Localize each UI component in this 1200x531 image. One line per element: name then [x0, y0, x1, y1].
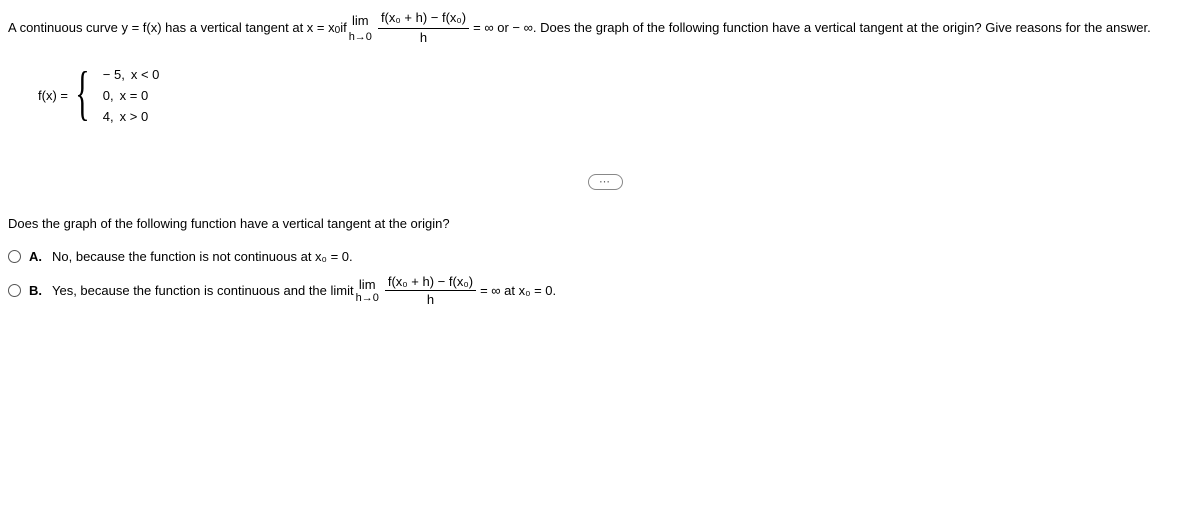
case-val: − 5,	[103, 67, 125, 82]
lim-bot: h→0	[349, 30, 372, 44]
lim-top-b: lim	[359, 277, 376, 292]
intro-text-1: A continuous curve y = f(x) has a vertic…	[8, 20, 335, 37]
lim-top: lim	[352, 13, 369, 30]
case-cond: x < 0	[131, 67, 160, 82]
frac-den: h	[420, 29, 427, 47]
case-val: 0,	[103, 88, 114, 103]
case-val: 4,	[103, 109, 114, 124]
case-cond: x = 0	[120, 88, 149, 103]
option-b-label: B.	[29, 283, 42, 298]
frac-num-b: f(x₀ + h) − f(x₀)	[385, 274, 476, 291]
intro-text-2: if	[340, 20, 347, 37]
case-row: 4, x > 0	[103, 109, 160, 124]
expand-ellipsis[interactable]: ⋯	[588, 174, 623, 190]
case-cond: x > 0	[120, 109, 149, 124]
piecewise-cases: − 5, x < 0 0, x = 0 4, x > 0	[103, 67, 160, 124]
frac-den-b: h	[427, 291, 434, 307]
diffq-frac-b: f(x₀ + h) − f(x₀) h	[385, 274, 476, 307]
piecewise-lhs: f(x) =	[38, 88, 68, 103]
option-a-text: No, because the function is not continuo…	[52, 249, 353, 264]
problem-statement: A continuous curve y = f(x) has a vertic…	[8, 10, 1192, 47]
option-a[interactable]: A. No, because the function is not conti…	[8, 249, 1192, 264]
case-row: − 5, x < 0	[103, 67, 160, 82]
lim-expr-b: lim h→0	[356, 277, 379, 304]
left-brace: {	[75, 68, 89, 118]
case-row: 0, x = 0	[103, 88, 160, 103]
radio-icon[interactable]	[8, 250, 21, 263]
ellipsis-icon: ⋯	[599, 176, 612, 188]
radio-icon[interactable]	[8, 284, 21, 297]
option-b-post: = ∞ at x₀ = 0.	[480, 283, 556, 298]
intro-text-3: = ∞ or − ∞. Does the graph of the follow…	[473, 20, 1151, 37]
lim-expr: lim h→0	[349, 13, 372, 44]
frac-num: f(x₀ + h) − f(x₀)	[378, 10, 469, 29]
option-b[interactable]: B. Yes, because the function is continuo…	[8, 274, 1192, 307]
question-text: Does the graph of the following function…	[8, 216, 1192, 231]
option-b-pre: Yes, because the function is continuous …	[52, 283, 354, 298]
intro-sub0: 0	[335, 24, 341, 37]
option-b-content: Yes, because the function is continuous …	[52, 274, 556, 307]
diffq-frac: f(x₀ + h) − f(x₀) h	[378, 10, 469, 47]
piecewise-definition: f(x) = { − 5, x < 0 0, x = 0 4, x > 0	[38, 67, 1192, 124]
lim-bot-b: h→0	[356, 292, 379, 304]
option-a-label: A.	[29, 249, 42, 264]
